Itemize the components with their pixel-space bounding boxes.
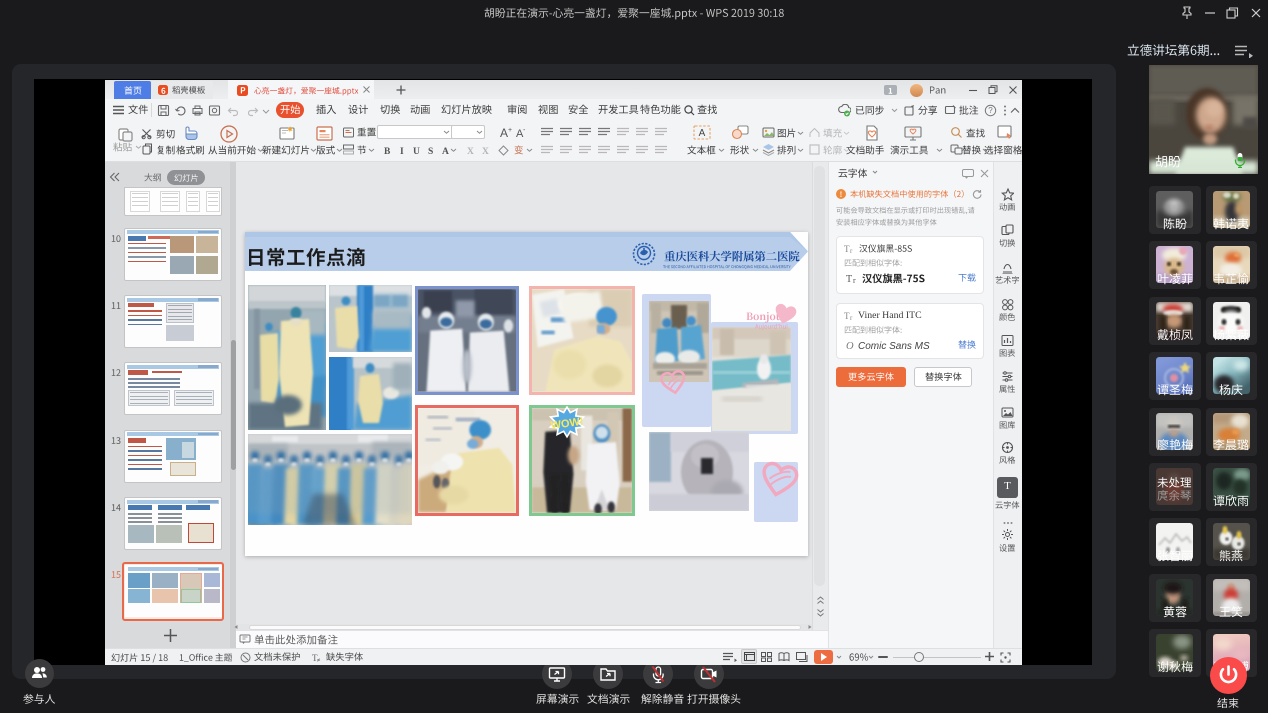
svg-text:-: - [523, 127, 526, 134]
svg-text:!: ! [840, 190, 843, 199]
svg-text:A: A [500, 126, 508, 139]
svg-text:r: r [850, 314, 853, 321]
svg-text:r: r [850, 247, 853, 254]
svg-text:S: S [428, 147, 433, 156]
svg-text:Viner Hand ITC: Viner Hand ITC [858, 310, 922, 321]
svg-text:U: U [413, 147, 420, 156]
svg-text:X: X [467, 147, 474, 156]
svg-text:r: r [853, 276, 856, 284]
svg-text:?: ? [988, 106, 993, 115]
svg-text:O: O [846, 341, 854, 352]
svg-text:Comic Sans MS: Comic Sans MS [858, 341, 930, 352]
svg-text:I: I [400, 147, 404, 156]
svg-text:X: X [482, 147, 489, 156]
svg-text:B: B [384, 147, 391, 156]
svg-text:T: T [1004, 480, 1011, 491]
svg-text:+: + [508, 127, 512, 134]
svg-text:A: A [699, 128, 706, 139]
svg-text:T: T [846, 274, 852, 284]
svg-text:≠: ≠ [317, 658, 321, 663]
svg-text:A: A [442, 147, 449, 156]
